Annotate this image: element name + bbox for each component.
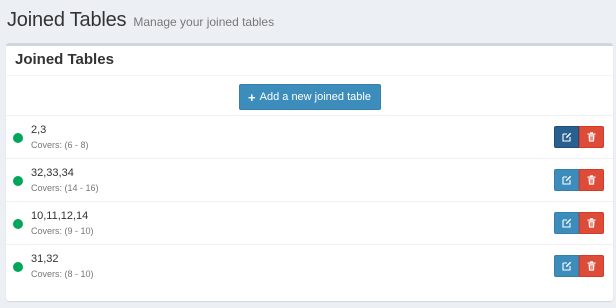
joined-table-covers: Covers: (14 - 16) — [31, 183, 99, 193]
delete-button[interactable] — [579, 212, 604, 234]
edit-button[interactable] — [554, 255, 579, 277]
add-row: + Add a new joined table — [6, 76, 613, 116]
page-title: Joined Tables — [7, 9, 127, 31]
row-actions — [554, 255, 604, 277]
joined-table-row: 10,11,12,14 Covers: (9 - 10) — [6, 202, 613, 245]
joined-table-row: 31,32 Covers: (8 - 10) — [6, 245, 613, 288]
joined-table-covers: Covers: (9 - 10) — [31, 226, 94, 236]
edit-icon — [561, 261, 571, 271]
page-header: Joined Tables Manage your joined tables — [0, 0, 616, 43]
joined-tables-panel: Joined Tables + Add a new joined table 2… — [6, 43, 613, 301]
joined-table-covers: Covers: (6 - 8) — [31, 140, 89, 150]
delete-button[interactable] — [579, 126, 604, 148]
trash-icon — [587, 175, 596, 185]
trash-icon — [587, 218, 596, 228]
edit-button[interactable] — [554, 169, 579, 191]
row-actions — [554, 212, 604, 234]
joined-table-row: 32,33,34 Covers: (14 - 16) — [6, 159, 613, 202]
trash-icon — [587, 132, 596, 142]
edit-button[interactable] — [554, 212, 579, 234]
joined-table-name: 32,33,34 — [31, 167, 74, 179]
page-subtitle: Manage your joined tables — [133, 15, 275, 29]
joined-table-name: 2,3 — [31, 124, 47, 136]
edit-icon — [561, 175, 571, 185]
add-joined-table-button[interactable]: + Add a new joined table — [238, 84, 381, 110]
delete-button[interactable] — [579, 255, 604, 277]
panel-title: Joined Tables — [15, 51, 114, 68]
status-dot-icon — [13, 176, 23, 186]
edit-button[interactable] — [554, 126, 579, 148]
joined-table-name: 31,32 — [31, 253, 59, 265]
row-actions — [554, 169, 604, 191]
joined-table-name: 10,11,12,14 — [31, 210, 89, 222]
row-actions — [554, 126, 604, 148]
joined-table-row: 2,3 Covers: (6 - 8) — [6, 116, 613, 159]
add-button-label: Add a new joined table — [259, 91, 371, 103]
edit-icon — [561, 218, 571, 228]
status-dot-icon — [13, 133, 23, 143]
edit-icon — [561, 132, 571, 142]
joined-tables-list: 2,3 Covers: (6 - 8) 32,33,34 Covers: (14… — [6, 116, 613, 288]
panel-header: Joined Tables — [6, 46, 613, 76]
trash-icon — [587, 261, 596, 271]
status-dot-icon — [13, 262, 23, 272]
delete-button[interactable] — [579, 169, 604, 191]
joined-table-covers: Covers: (8 - 10) — [31, 269, 94, 279]
status-dot-icon — [13, 219, 23, 229]
plus-icon: + — [248, 89, 256, 105]
